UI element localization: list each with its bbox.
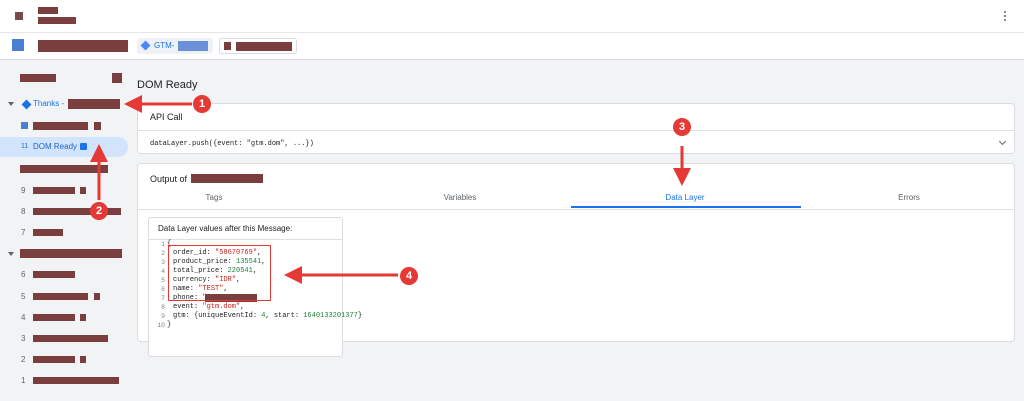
annotation-badge-4: 4 <box>400 267 418 285</box>
annotation-badge-2: 2 <box>90 202 108 220</box>
annotation-badge-3: 3 <box>673 118 691 136</box>
annotation-arrows <box>90 95 691 284</box>
annotation-badge-1: 1 <box>193 95 211 113</box>
